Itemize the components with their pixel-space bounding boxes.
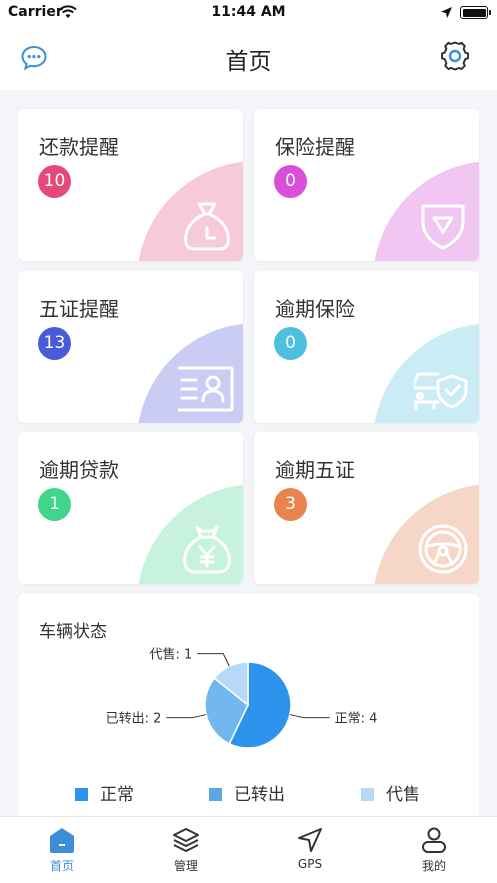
status-time: 11:44 AM xyxy=(211,4,286,20)
tab-bar: 首页 管理 GPS 我的 xyxy=(0,816,497,883)
tab-mine[interactable]: 我的 xyxy=(372,817,496,883)
card-label: 保险提醒 xyxy=(275,135,355,159)
count-badge: 3 xyxy=(274,488,307,521)
card-overdue-insurance[interactable]: 逾期保险 0 xyxy=(254,271,479,423)
card-label: 五证提醒 xyxy=(39,297,119,321)
card-label: 逾期五证 xyxy=(275,458,355,482)
pie-leader-line xyxy=(197,653,230,667)
user-icon xyxy=(422,827,446,853)
count-badge: 10 xyxy=(38,165,71,198)
legend-item[interactable]: 正常 xyxy=(75,780,134,805)
legend-label: 已转出 xyxy=(234,785,285,805)
count-badge: 0 xyxy=(274,165,307,198)
card-repayment-reminder[interactable]: 还款提醒 10 xyxy=(18,109,243,261)
tab-label: GPS xyxy=(297,857,323,871)
count-badge: 0 xyxy=(274,327,307,360)
money-bag-icon xyxy=(184,202,230,251)
status-bar: Carrier 11:44 AM xyxy=(0,0,497,26)
page-title: 首页 xyxy=(225,49,272,75)
pie-data-label: 已转出: 2 xyxy=(106,712,162,727)
car-shield-icon xyxy=(414,372,468,410)
legend-swatch xyxy=(361,788,374,801)
legend-item[interactable]: 已转出 xyxy=(209,780,285,805)
tab-gps[interactable]: GPS xyxy=(248,817,372,883)
count-badge: 13 xyxy=(38,327,71,360)
vehicle-status-panel: 车辆状态 正常: 4 已转出: 2 代售: 1 正常 已转出 代售 xyxy=(18,594,479,834)
navigation-arrow-icon xyxy=(298,828,322,852)
vehicle-status-pie-chart: 正常: 4 已转出: 2 代售: 1 xyxy=(106,647,378,749)
legend-label: 代售 xyxy=(386,785,420,805)
card-insurance-reminder[interactable]: 保险提醒 0 xyxy=(254,109,479,261)
battery-icon xyxy=(460,6,491,19)
legend-swatch xyxy=(209,788,222,801)
card-label: 逾期贷款 xyxy=(39,458,119,482)
tab-label: 我的 xyxy=(421,859,446,873)
pie-leader-line xyxy=(166,714,207,719)
yen-bag-icon xyxy=(183,525,231,574)
count-badge: 1 xyxy=(38,488,71,521)
steering-wheel-icon xyxy=(418,524,468,574)
shield-icon xyxy=(421,204,465,250)
location-arrow-icon xyxy=(441,7,452,18)
card-overdue-loan[interactable]: 逾期贷款 1 xyxy=(18,432,243,584)
pie-data-label: 正常: 4 xyxy=(335,712,378,727)
card-label: 还款提醒 xyxy=(39,135,119,159)
id-card-icon xyxy=(178,366,234,412)
legend-swatch xyxy=(75,788,88,801)
tab-manage[interactable]: 管理 xyxy=(124,817,248,883)
nav-bar: 首页 xyxy=(0,26,497,90)
legend-label: 正常 xyxy=(100,785,134,805)
tab-label: 首页 xyxy=(49,859,74,873)
tab-label: 管理 xyxy=(173,859,198,873)
pie-leader-line xyxy=(289,714,330,719)
pie-data-label: 代售: 1 xyxy=(149,647,192,663)
card-overdue-five-docs[interactable]: 逾期五证 3 xyxy=(254,432,479,584)
legend-item[interactable]: 代售 xyxy=(361,780,420,805)
home-icon xyxy=(50,828,74,853)
gear-icon[interactable] xyxy=(438,40,472,74)
card-five-docs-reminder[interactable]: 五证提醒 13 xyxy=(18,271,243,423)
card-label: 逾期保险 xyxy=(275,297,355,321)
layers-icon xyxy=(173,828,199,852)
tab-home[interactable]: 首页 xyxy=(0,817,124,883)
